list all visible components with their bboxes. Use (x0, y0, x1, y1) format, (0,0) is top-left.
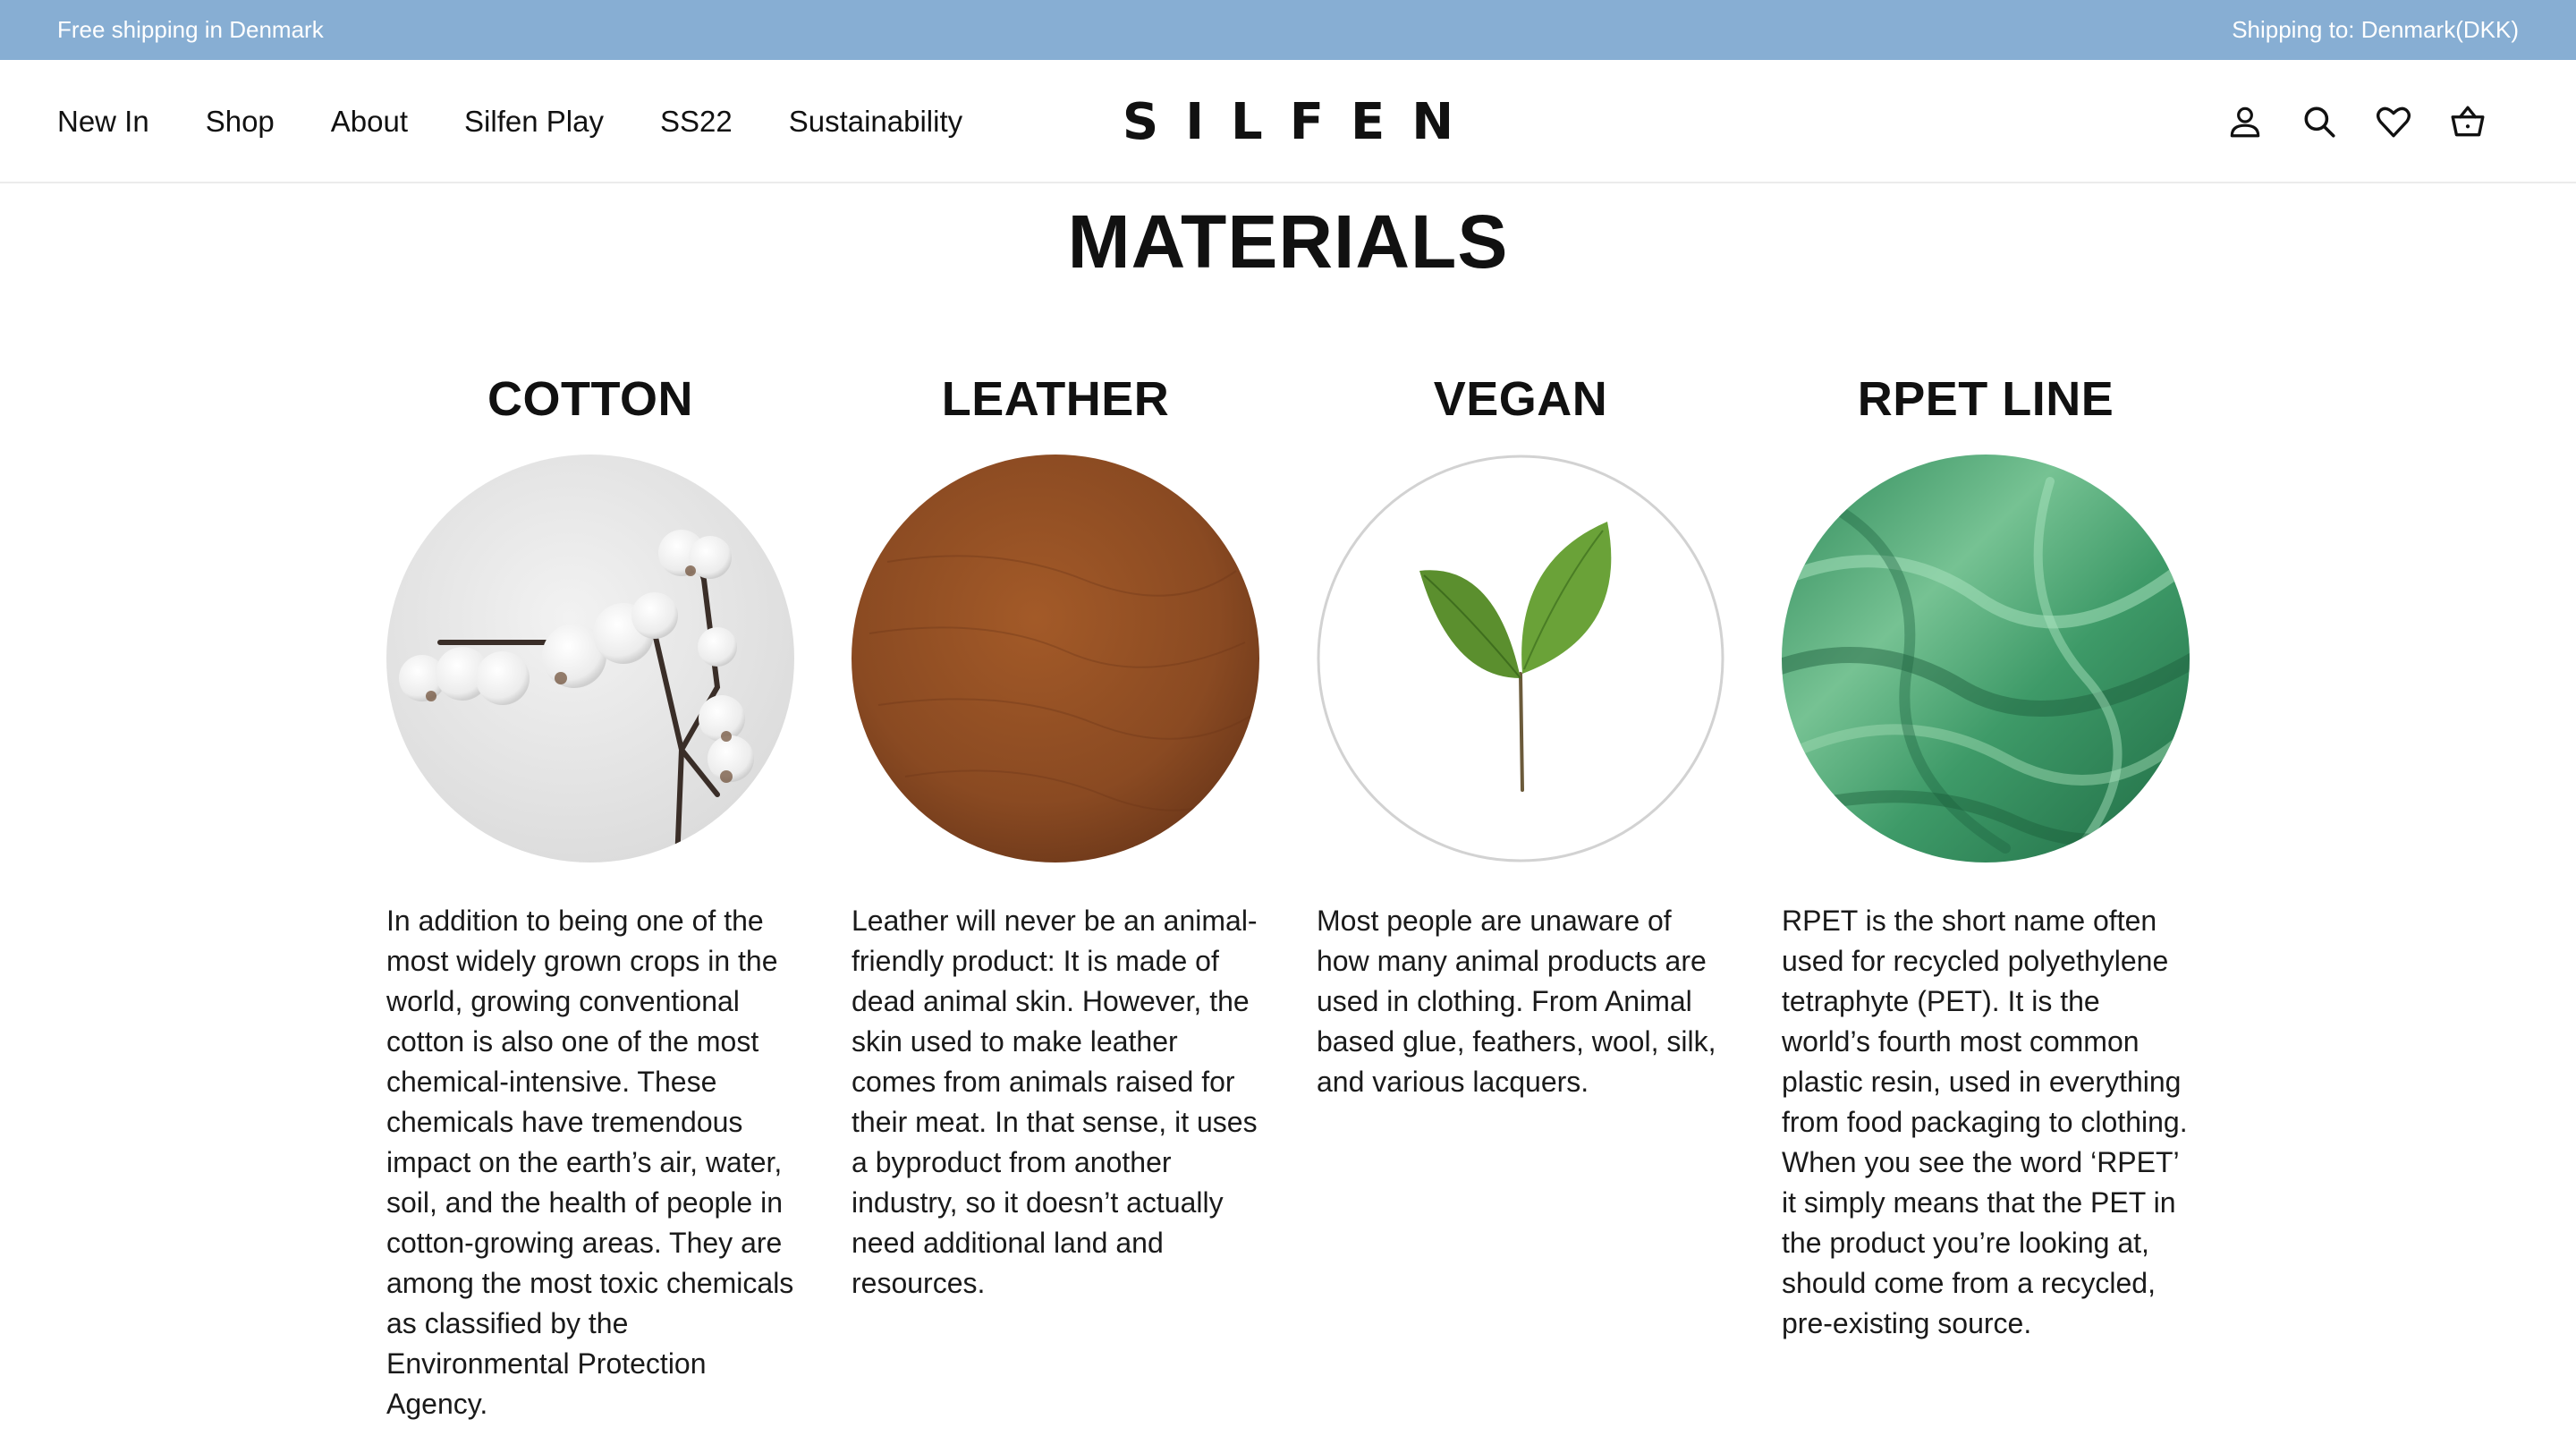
header-icons (2191, 60, 2488, 183)
cotton-branch-image (386, 455, 794, 862)
material-description: In addition to being one of the most wid… (386, 905, 794, 1420)
nav-silfen-play[interactable]: Silfen Play (464, 105, 604, 139)
material-card-cotton: COTTON In addition to being one of the m… (386, 365, 794, 1453)
material-title: LEATHER (941, 372, 1170, 426)
nav-ss22[interactable]: SS22 (660, 105, 733, 139)
leather-texture-image (852, 455, 1259, 862)
site-header: New In Shop About Silfen Play SS22 Susta… (0, 60, 2576, 183)
material-description: Leather will never be an animal-friendly… (852, 905, 1258, 1299)
nav-about[interactable]: About (331, 105, 408, 139)
green-satin-fabric-image (1782, 455, 2190, 862)
material-card-vegan: VEGAN Most people are unaware of how man… (1317, 365, 1724, 1453)
material-card-leather: LEATHER Leather will never be an animal-… (852, 365, 1259, 1453)
green-sprout-image (1317, 455, 1724, 862)
silfen-logo[interactable]: SILFEN (1123, 93, 1453, 151)
announcement-bar: Free shipping in Denmark Shipping to: De… (0, 0, 2576, 60)
material-title: COTTON (487, 372, 693, 426)
materials-grid: COTTON In addition to being one of the m… (386, 365, 2193, 1453)
shipping-country-selector[interactable]: Shipping to: Denmark(DKK) (2232, 16, 2519, 44)
nav-new-in[interactable]: New In (57, 105, 149, 139)
nav-sustainability[interactable]: Sustainability (789, 105, 962, 139)
heart-icon[interactable] (2373, 101, 2414, 142)
free-shipping-text: Free shipping in Denmark (57, 16, 324, 43)
search-icon[interactable] (2299, 101, 2340, 142)
material-title: VEGAN (1433, 372, 1608, 426)
page-title: MATERIALS (1067, 200, 1509, 284)
material-description: RPET is the short name often used for re… (1782, 905, 2188, 1339)
material-card-rpet-line: RPET LINE RPET is the short name often u… (1782, 365, 2190, 1453)
basket-icon[interactable] (2447, 101, 2488, 142)
material-description: Most people are unaware of how many anim… (1317, 905, 1716, 1098)
main-nav: New In Shop About Silfen Play SS22 Susta… (57, 60, 1019, 183)
nav-shop[interactable]: Shop (206, 105, 275, 139)
material-title: RPET LINE (1857, 372, 2114, 426)
account-icon[interactable] (2224, 101, 2266, 142)
